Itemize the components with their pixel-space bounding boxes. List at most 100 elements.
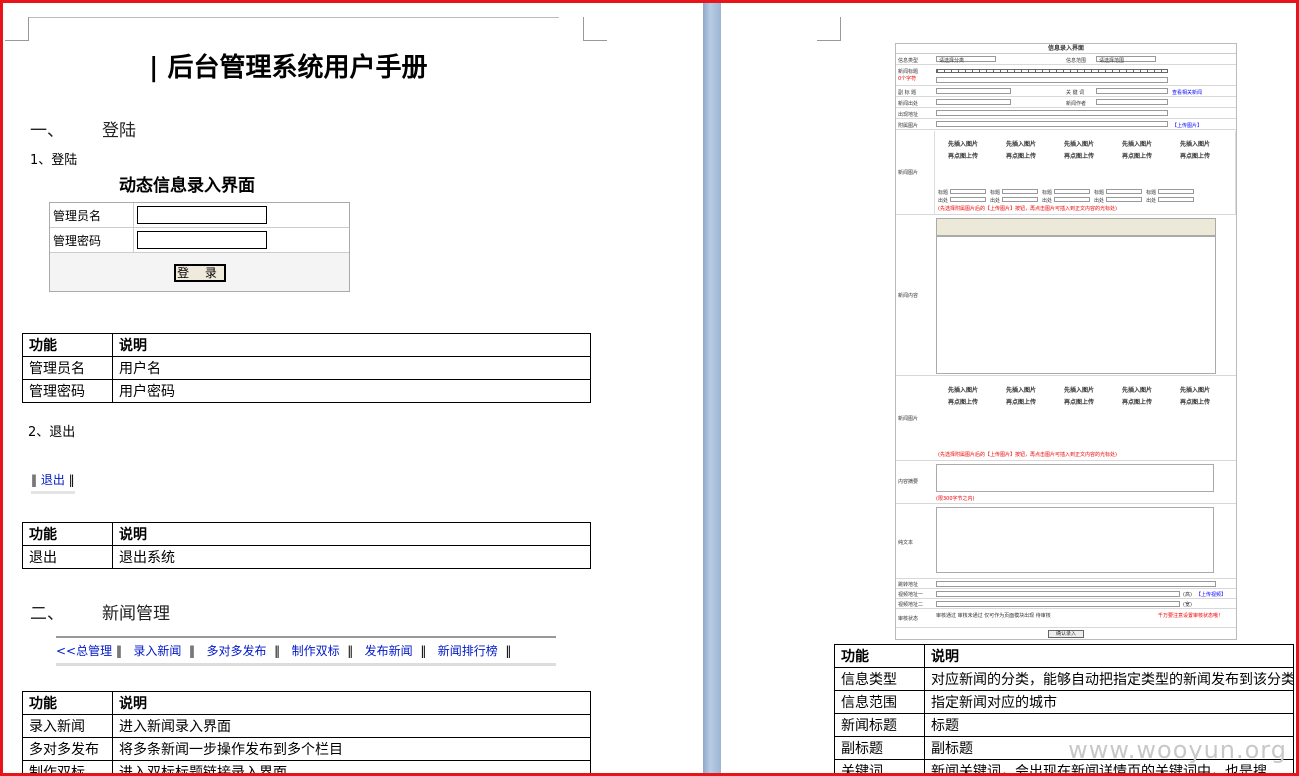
- image-note: (先选择附属图片后的【上传图片】按钮，再点击图片可插入到正文内容的光标处): [938, 206, 1117, 212]
- table-row: 管理员名 用户名: [22, 356, 591, 380]
- login-button[interactable]: 登 录: [174, 264, 226, 282]
- table-header-row: 功能 说明: [22, 522, 591, 546]
- image-slot[interactable]: 先插入图片 再点图上传: [1112, 139, 1162, 163]
- image-slot[interactable]: 先插入图片 再点图上传: [1112, 385, 1162, 409]
- editor-toolbar[interactable]: [936, 218, 1216, 236]
- caption-input[interactable]: [1054, 189, 1091, 194]
- image-hint: 先插入图片: [1005, 141, 1036, 148]
- attach-input[interactable]: [936, 121, 1168, 127]
- image-slot[interactable]: 先插入图片 再点图上传: [1170, 385, 1220, 409]
- news-function-table: 功能 说明 录入新闻 进入新闻录入界面 多对多发布 将多条新闻一步操作发布到多个…: [22, 691, 591, 773]
- table-cell: 管理员名: [22, 356, 113, 380]
- upload-image-link[interactable]: 【上传图片】: [1172, 122, 1202, 129]
- table-row: 管理密码 用户密码: [22, 379, 591, 403]
- table-header-cell: 功能: [22, 691, 113, 715]
- range-select[interactable]: 请选择范围: [1096, 56, 1156, 64]
- addr-input[interactable]: [936, 110, 1168, 116]
- caption-input[interactable]: [950, 189, 987, 194]
- table-cell: 信息范围: [834, 690, 925, 714]
- type-select[interactable]: 请选择分类: [936, 56, 996, 64]
- username-input[interactable]: [137, 206, 267, 224]
- video1-input[interactable]: [936, 591, 1180, 597]
- table-row: 信息类型 对应新闻的分类，能够自动把指定类型的新闻发布到该分类: [834, 667, 1294, 691]
- submit-button[interactable]: 确认录入: [1048, 630, 1084, 638]
- nav-item-ranking[interactable]: 新闻排行榜: [438, 644, 498, 658]
- field-label: 信息范围: [1066, 58, 1087, 64]
- field-label: 审核状态: [898, 616, 919, 622]
- source-input[interactable]: [936, 99, 1011, 105]
- table-header-row: 功能 说明: [22, 333, 591, 357]
- related-news-link[interactable]: 查看相关新闻: [1172, 89, 1202, 96]
- image-slot[interactable]: 先插入图片 再点图上传: [1170, 139, 1220, 163]
- logout-link[interactable]: 退出: [41, 473, 65, 487]
- caption-input[interactable]: [1106, 197, 1143, 202]
- section-label: 新闻管理: [102, 604, 170, 624]
- form-row-news-images: 新闻图片 先插入图片 再点图上传 先插入图片 再点图上传 先插入图片 再点图上传 先插…: [896, 131, 1236, 215]
- headline-input[interactable]: [936, 77, 1168, 83]
- form-row-audit: 审核状态 审核通过 审核未通过 仅可作为页面模块出现 待审核 千万要注意设置审核…: [896, 610, 1236, 628]
- table-cell: 录入新闻: [22, 714, 113, 738]
- form-row-headline: 新闻标题 0个字符: [896, 66, 1236, 86]
- table-cell: 进入双标标题链接录入界面: [112, 760, 591, 773]
- nav-item-double-title[interactable]: 制作双标: [292, 644, 340, 658]
- table-cell: 将多条新闻一步操作发布到多个栏目: [112, 737, 591, 761]
- image-note: (先选择附属图片后的【上传图片】按钮，再点击图片可插入到正文内容的光标处): [938, 452, 1117, 458]
- image-slot[interactable]: 先插入图片 再点图上传: [1054, 385, 1104, 409]
- table-cell: 退出系统: [112, 545, 591, 569]
- field-label: 新闻标题: [898, 69, 919, 75]
- form-row-subtitle: 副 标 题 关 键 词 查看相关新闻: [896, 87, 1236, 97]
- divider: [934, 131, 935, 215]
- nav-item-add-news[interactable]: 录入新闻: [133, 644, 181, 658]
- image-slot[interactable]: 先插入图片 再点图上传: [996, 385, 1046, 409]
- jump-input[interactable]: [936, 581, 1216, 587]
- image-slot[interactable]: 先插入图片 再点图上传: [938, 385, 988, 409]
- password-input[interactable]: [137, 231, 267, 249]
- image-slot[interactable]: 先插入图片 再点图上传: [996, 139, 1046, 163]
- login-row-user: 管理员名: [50, 203, 349, 228]
- caption-input[interactable]: [1002, 197, 1039, 202]
- field-label: 信息类型: [898, 58, 919, 64]
- caption-input[interactable]: [1002, 189, 1039, 194]
- table-cell: 关键词: [834, 759, 925, 773]
- table-cell: 新闻标题: [834, 713, 925, 737]
- ruler: [936, 69, 1168, 73]
- author-input[interactable]: [1096, 99, 1168, 105]
- form-row-video1: 视频地址一 (高) 【上传视频】: [896, 590, 1236, 599]
- caption-input[interactable]: [1054, 197, 1091, 202]
- summary-textarea[interactable]: [936, 464, 1214, 492]
- table-row: 制作双标 进入双标标题链接录入界面: [22, 760, 591, 773]
- caption-input[interactable]: [1106, 189, 1143, 194]
- image-hint: 先插入图片: [1121, 141, 1152, 148]
- form-row-summary: 内容摘要 (限300字节之内): [896, 462, 1236, 504]
- table-cell: 用户名: [112, 356, 591, 380]
- image-hint: 先插入图片: [947, 387, 978, 394]
- news-nav-bar: <<总管理 ‖ 录入新闻 ‖ 多对多发布 ‖ 制作双标 ‖ 发布新闻 ‖ 新闻排…: [56, 636, 556, 666]
- subtitle-input[interactable]: [936, 88, 1011, 94]
- nav-item-overview[interactable]: <<总管理: [56, 644, 112, 658]
- caption-label: 标题: [1042, 190, 1053, 196]
- nav-item-multi-publish[interactable]: 多对多发布: [206, 644, 266, 658]
- field-label: 纯文本: [898, 540, 914, 546]
- caption-input[interactable]: [950, 197, 987, 202]
- char-count: 0个字符: [898, 76, 917, 82]
- audit-radio-group[interactable]: 审核通过 审核未通过 仅可作为页面模块出现 待审核: [936, 612, 1051, 619]
- image-hint: 先插入图片: [1121, 387, 1152, 394]
- table-cell: 对应新闻的分类，能够自动把指定类型的新闻发布到该分类: [924, 667, 1294, 691]
- upload-video-link[interactable]: 【上传视频】: [1196, 591, 1226, 598]
- field-label: 出现地址: [898, 112, 919, 118]
- caption-input[interactable]: [1158, 197, 1195, 202]
- keyword-input[interactable]: [1096, 88, 1168, 94]
- embedded-screenshot-news-form: 信息录入界面 信息类型 请选择分类 信息范围 请选择范围 新闻标题 0个字符 副…: [895, 43, 1237, 640]
- video2-input[interactable]: [936, 601, 1180, 607]
- field-label: 内容摘要: [898, 479, 919, 485]
- plain-textarea[interactable]: [936, 507, 1214, 573]
- content-editor[interactable]: [936, 236, 1216, 374]
- image-slot[interactable]: 先插入图片 再点图上传: [1054, 139, 1104, 163]
- field-label: 关 键 词: [1066, 90, 1085, 96]
- caption-input[interactable]: [1158, 189, 1195, 194]
- form-row-content: 新闻内容: [896, 216, 1236, 376]
- form-row-jump: 跳转地址: [896, 580, 1236, 589]
- image-slot[interactable]: 先插入图片 再点图上传: [938, 139, 988, 163]
- nav-item-publish-news[interactable]: 发布新闻: [365, 644, 413, 658]
- image-hint: 先插入图片: [947, 141, 978, 148]
